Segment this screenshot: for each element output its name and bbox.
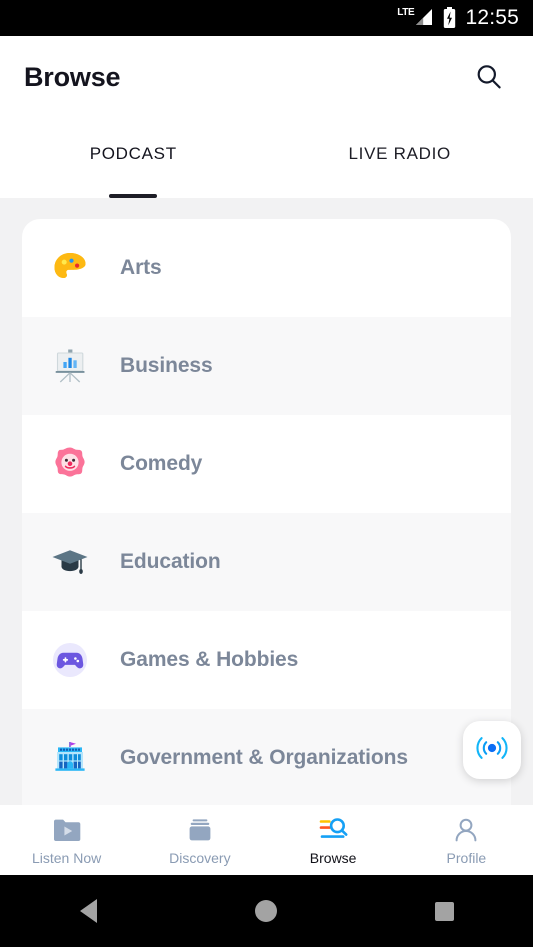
folder-play-icon — [52, 815, 82, 845]
list-item[interactable]: Government & Organizations — [22, 709, 511, 805]
bottom-navigation: Listen Now Discovery Browse Profile — [0, 805, 533, 875]
clown-face-icon — [42, 436, 98, 492]
category-card: Arts Business Comedy Education Games & H… — [22, 219, 511, 805]
category-label: Government & Organizations — [120, 746, 408, 769]
tab-podcast-label: PODCAST — [89, 144, 177, 163]
artist-palette-icon — [42, 240, 98, 296]
radio-broadcast-icon — [475, 733, 509, 768]
nav-item-discovery[interactable]: Discovery — [133, 815, 266, 866]
nav-label: Listen Now — [31, 849, 102, 866]
signal-bars-icon — [414, 7, 434, 27]
list-item[interactable]: Business — [22, 317, 511, 415]
browse-search-icon — [316, 815, 350, 845]
nav-label: Discovery — [169, 849, 231, 866]
category-label: Games & Hobbies — [120, 648, 299, 671]
graduation-cap-icon — [42, 534, 98, 590]
network-label: LTE — [397, 7, 415, 18]
nav-item-browse[interactable]: Browse — [267, 815, 400, 866]
classical-building-icon — [42, 730, 98, 786]
nav-label: Profile — [446, 849, 487, 866]
list-item[interactable]: Games & Hobbies — [22, 611, 511, 709]
category-label: Education — [120, 550, 221, 573]
app-bar: Browse — [0, 36, 533, 118]
list-item[interactable]: Comedy — [22, 415, 511, 513]
list-item[interactable]: Education — [22, 513, 511, 611]
nav-item-listen-now[interactable]: Listen Now — [0, 815, 133, 866]
tab-live-radio-label: LIVE RADIO — [348, 144, 451, 163]
android-system-nav — [0, 875, 533, 947]
search-icon[interactable] — [467, 55, 511, 99]
category-label: Arts — [120, 256, 162, 279]
live-radio-fab[interactable] — [463, 721, 521, 779]
nav-item-profile[interactable]: Profile — [400, 815, 533, 866]
back-triangle-icon[interactable] — [59, 891, 119, 931]
game-controller-icon — [42, 632, 98, 688]
status-clock: 12:55 — [465, 6, 519, 29]
page-title: Browse — [24, 61, 121, 92]
phone-screen: LTE 12:55 Browse PODCAST LIVE RADIO Arts… — [0, 0, 533, 947]
battery-charging-icon — [443, 7, 456, 29]
stacked-discs-icon — [185, 815, 215, 845]
tab-podcast[interactable]: PODCAST — [0, 118, 267, 198]
list-item[interactable]: Arts — [22, 219, 511, 317]
category-list-scroll[interactable]: Arts Business Comedy Education Games & H… — [0, 198, 533, 805]
network-indicator: LTE — [397, 7, 434, 29]
person-icon — [451, 815, 481, 845]
tab-live-radio[interactable]: LIVE RADIO — [267, 118, 533, 198]
category-label: Comedy — [120, 452, 203, 475]
status-bar: LTE 12:55 — [0, 0, 533, 36]
tab-bar: PODCAST LIVE RADIO — [0, 118, 533, 198]
category-label: Business — [120, 354, 213, 377]
bar-chart-easel-icon — [42, 338, 98, 394]
recents-square-icon[interactable] — [414, 891, 474, 931]
nav-label: Browse — [309, 849, 357, 866]
home-circle-icon[interactable] — [236, 891, 296, 931]
